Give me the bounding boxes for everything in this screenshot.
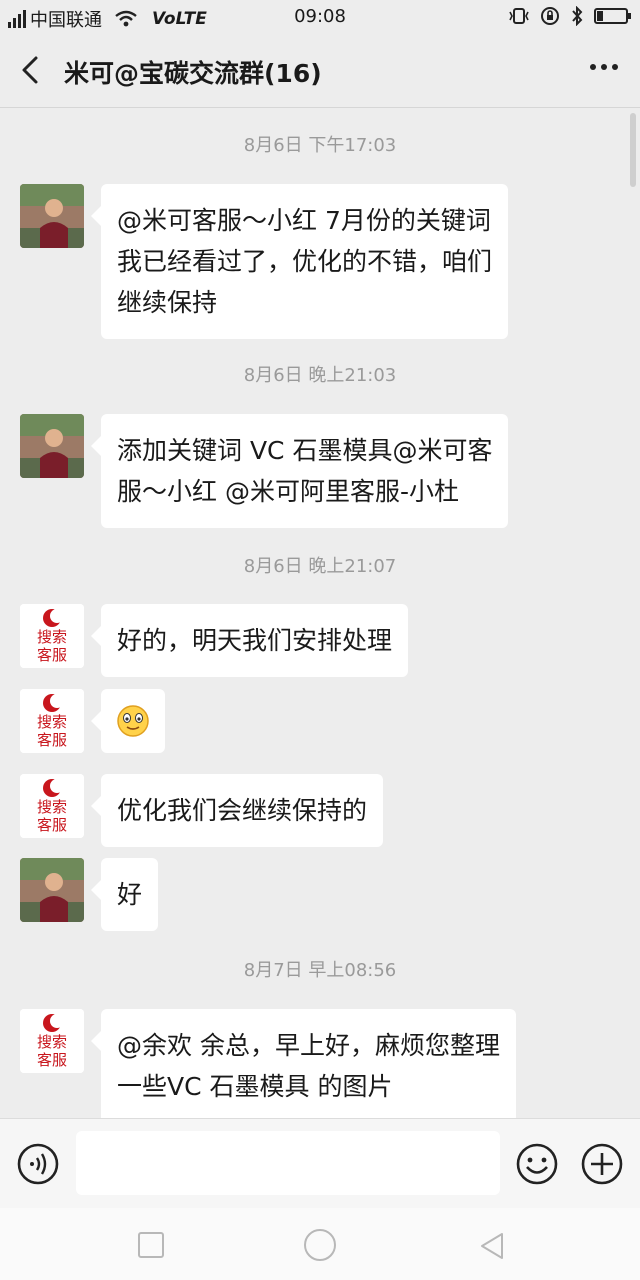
message-bubble[interactable]: 添加关键词 VC 石墨模具@米可客 服～小红 @米可阿里客服-小杜 bbox=[90, 414, 509, 528]
time-stamp: 8月6日 晚上21:03 bbox=[243, 365, 397, 386]
message-line: @米可客服～小红 7月份的关键词 bbox=[117, 206, 491, 235]
time-stamp: 8月6日 下午17:03 bbox=[243, 135, 397, 156]
more-button[interactable] bbox=[590, 64, 618, 70]
battery-icon bbox=[594, 8, 631, 24]
service-logo-text: 客服 bbox=[37, 816, 67, 834]
message-line: 继续保持 bbox=[117, 288, 218, 317]
avatar[interactable]: 搜索 客服 bbox=[20, 1009, 84, 1073]
message-line: @余欢 余总，早上好，麻烦您整理 bbox=[117, 1031, 500, 1060]
avatar[interactable] bbox=[20, 414, 84, 478]
message-line: 好 bbox=[117, 880, 143, 909]
plus-icon[interactable] bbox=[580, 1142, 624, 1186]
message-list[interactable]: 8月6日 下午17:03 @米可客服～小红 7月份的关键词 我已经看过了，优化的… bbox=[0, 109, 640, 1118]
message-line: 我已经看过了，优化的不错，咱们 bbox=[117, 247, 493, 276]
avatar[interactable] bbox=[20, 184, 84, 248]
lock-rotation-icon bbox=[541, 7, 559, 25]
status-bar: 中国联通 VoLTE 09:08 bbox=[0, 0, 640, 34]
avatar[interactable]: 搜索 客服 bbox=[20, 689, 84, 753]
message-line: 一些VC 石墨模具 的图片 bbox=[117, 1072, 393, 1101]
time-stamp: 8月6日 晚上21:07 bbox=[243, 556, 397, 577]
avatar[interactable]: 搜索 客服 bbox=[20, 774, 84, 838]
time-stamp: 8月7日 早上08:56 bbox=[243, 960, 397, 981]
message-bubble[interactable]: 好的，明天我们安排处理 bbox=[90, 604, 409, 677]
message-line: 优化我们会继续保持的 bbox=[117, 796, 368, 825]
status-right bbox=[508, 6, 631, 26]
chat-title: 米可@宝碳交流群(16) bbox=[64, 59, 322, 88]
service-logo-text: 搜索 bbox=[37, 628, 67, 646]
message-line: 服～小红 @米可阿里客服-小杜 bbox=[117, 477, 459, 506]
back-button[interactable] bbox=[14, 52, 50, 88]
chat-header: 米可@宝碳交流群(16) bbox=[0, 34, 640, 108]
service-logo-text: 客服 bbox=[37, 1051, 67, 1069]
emoji-bubble[interactable] bbox=[91, 689, 165, 753]
voice-icon[interactable] bbox=[16, 1142, 60, 1186]
message-bubble[interactable]: 优化我们会继续保持的 bbox=[90, 774, 384, 847]
system-nav-bar bbox=[0, 1208, 640, 1280]
service-logo-text: 客服 bbox=[37, 731, 67, 749]
message-line: 添加关键词 VC 石墨模具@米可客 bbox=[117, 436, 493, 465]
service-logo-text: 搜索 bbox=[37, 1033, 67, 1051]
emoji-icon[interactable] bbox=[515, 1142, 559, 1186]
bluetooth-icon bbox=[572, 6, 583, 26]
input-bar bbox=[0, 1118, 640, 1208]
avatar[interactable] bbox=[20, 858, 84, 922]
vibrate-icon bbox=[509, 8, 529, 24]
avatar[interactable]: 搜索 客服 bbox=[20, 604, 84, 668]
system-back-button[interactable] bbox=[476, 1230, 508, 1262]
message-bubble[interactable]: 好 bbox=[90, 858, 159, 931]
home-button[interactable] bbox=[304, 1229, 336, 1261]
message-bubble[interactable]: @余欢 余总，早上好，麻烦您整理 一些VC 石墨模具 的图片 bbox=[91, 1009, 516, 1118]
service-logo-text: 客服 bbox=[37, 646, 67, 664]
service-logo-text: 搜索 bbox=[37, 798, 67, 816]
service-logo-text: 搜索 bbox=[37, 713, 67, 731]
message-input[interactable] bbox=[76, 1131, 500, 1195]
smile-emoji-icon bbox=[117, 705, 149, 737]
message-bubble[interactable]: @米可客服～小红 7月份的关键词 我已经看过了，优化的不错，咱们 继续保持 bbox=[90, 184, 509, 339]
recent-apps-button[interactable] bbox=[138, 1232, 164, 1258]
message-line: 好的，明天我们安排处理 bbox=[117, 626, 393, 655]
